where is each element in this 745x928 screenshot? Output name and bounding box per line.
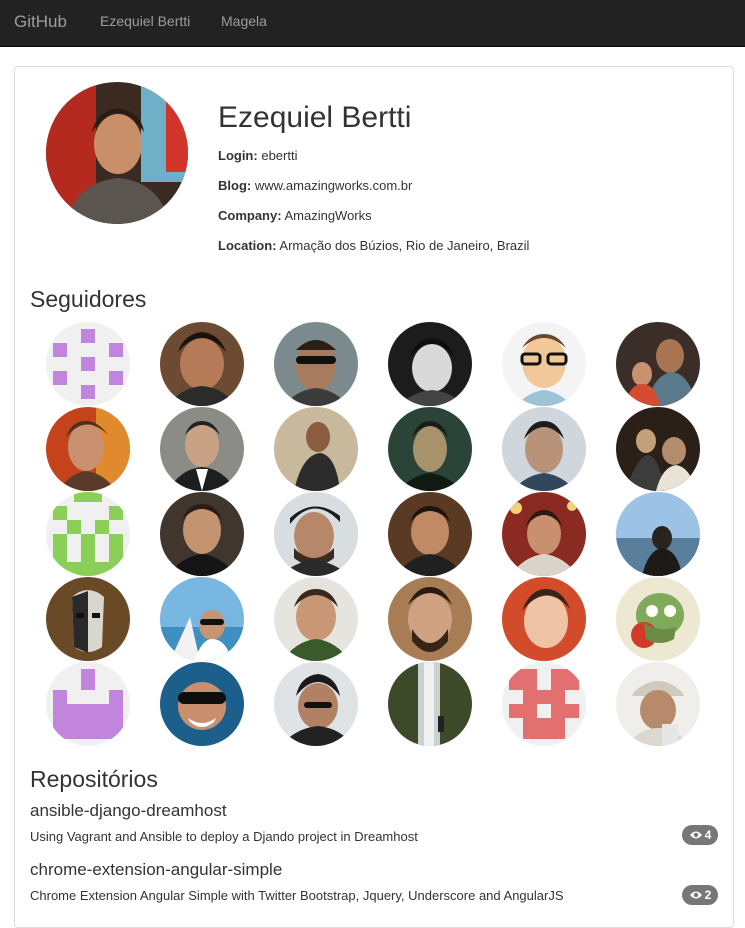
nav-link-magela[interactable]: Magela (221, 13, 267, 29)
follower-avatar[interactable] (616, 662, 700, 746)
follower-avatar[interactable] (616, 492, 700, 576)
watchers-badge: 2 (682, 885, 718, 905)
follower-avatar[interactable] (274, 492, 358, 576)
nav-link-ezequiel[interactable]: Ezequiel Bertti (100, 13, 190, 29)
follower-avatar[interactable] (160, 492, 244, 576)
profile-location: Location: Armação dos Búzios, Rio de Jan… (218, 238, 529, 253)
follower-avatar[interactable] (502, 577, 586, 661)
follower-avatar[interactable] (616, 407, 700, 491)
company-label: Company: (218, 208, 282, 223)
top-navbar: GitHub Ezequiel Bertti Magela (0, 0, 745, 47)
follower-avatar[interactable] (388, 492, 472, 576)
follower-avatar[interactable] (616, 577, 700, 661)
location-label: Location: (218, 238, 277, 253)
follower-avatar[interactable] (388, 577, 472, 661)
profile-login: Login: ebertti (218, 148, 297, 163)
follower-avatar[interactable] (46, 492, 130, 576)
follower-avatar[interactable] (160, 322, 244, 406)
watchers-badge: 4 (682, 825, 718, 845)
profile-company: Company: AmazingWorks (218, 208, 372, 223)
repositories-title: Repositórios (30, 766, 158, 792)
followers-title: Seguidores (30, 286, 147, 312)
follower-avatar[interactable] (160, 662, 244, 746)
eye-icon (689, 890, 703, 900)
login-label: Login: (218, 148, 258, 163)
brand-link[interactable]: GitHub (14, 12, 67, 32)
follower-avatar[interactable] (502, 662, 586, 746)
follower-avatar[interactable] (46, 662, 130, 746)
blog-value[interactable]: www.amazingworks.com.br (255, 178, 413, 193)
eye-icon (689, 830, 703, 840)
location-value: Armação dos Búzios, Rio de Janeiro, Braz… (279, 238, 530, 253)
follower-avatar[interactable] (46, 322, 130, 406)
repo-name[interactable]: chrome-extension-angular-simple (30, 860, 282, 880)
follower-avatar[interactable] (388, 407, 472, 491)
follower-avatar[interactable] (388, 322, 472, 406)
repo-description: Chrome Extension Angular Simple with Twi… (30, 888, 564, 903)
follower-avatar[interactable] (616, 322, 700, 406)
login-value: ebertti (261, 148, 298, 163)
follower-avatar[interactable] (502, 322, 586, 406)
repo-description: Using Vagrant and Ansible to deploy a Dj… (30, 829, 418, 844)
follower-avatar[interactable] (46, 407, 130, 491)
blog-label: Blog: (218, 178, 252, 193)
profile-blog: Blog: www.amazingworks.com.br (218, 178, 412, 193)
follower-avatar[interactable] (274, 322, 358, 406)
follower-avatar[interactable] (46, 577, 130, 661)
watchers-count: 4 (704, 828, 712, 842)
profile-panel: Ezequiel Bertti Login: ebertti Blog: www… (14, 66, 734, 928)
watchers-count: 2 (704, 888, 712, 902)
follower-avatar[interactable] (160, 407, 244, 491)
follower-avatar[interactable] (274, 662, 358, 746)
follower-avatar[interactable] (274, 577, 358, 661)
profile-name: Ezequiel Bertti (218, 101, 412, 134)
follower-avatar[interactable] (388, 662, 472, 746)
repo-name[interactable]: ansible-django-dreamhost (30, 801, 227, 821)
company-value: AmazingWorks (284, 208, 372, 223)
profile-avatar (46, 82, 188, 224)
follower-avatar[interactable] (502, 407, 586, 491)
follower-avatar[interactable] (160, 577, 244, 661)
follower-avatar[interactable] (274, 407, 358, 491)
follower-avatar[interactable] (502, 492, 586, 576)
